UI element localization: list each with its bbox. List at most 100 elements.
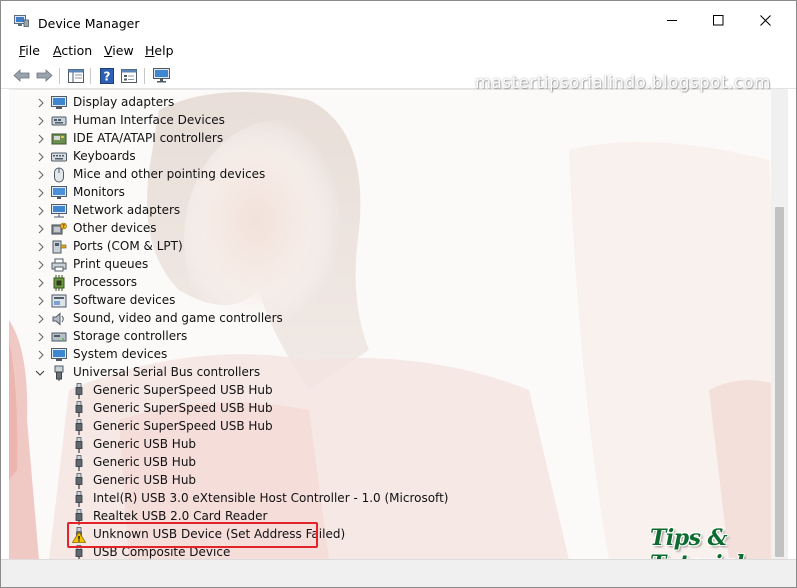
close-button[interactable] [742, 1, 788, 39]
usb-controller-icon [51, 365, 67, 381]
tree-item-label: Generic USB Hub [93, 473, 197, 487]
tree-item-label: Generic USB Hub [93, 455, 197, 469]
menu-view[interactable]: View [104, 43, 134, 58]
minimize-button[interactable] [649, 1, 695, 39]
expand-chevron-right-icon[interactable] [36, 332, 46, 342]
printer-icon [51, 257, 67, 273]
expand-chevron-right-icon[interactable] [36, 206, 46, 216]
minimize-icon [666, 19, 677, 21]
expand-chevron-right-icon[interactable] [36, 98, 46, 108]
storage-controller-icon [51, 329, 67, 345]
properties-button[interactable] [120, 67, 138, 84]
device-tree-pane[interactable]: Display adapters Human Interface Devices I… [9, 89, 788, 559]
other-devices-icon: ? [51, 221, 67, 237]
tree-item-label: Display adapters [73, 95, 175, 109]
tree-item-label: Ports (COM & LPT) [73, 239, 183, 253]
device-category-item[interactable]: Print queues [9, 256, 749, 274]
tree-item-label: System devices [73, 347, 168, 361]
expand-chevron-right-icon[interactable] [36, 260, 46, 270]
title-bar[interactable]: Device Manager [1, 1, 796, 39]
svg-text:?: ? [104, 69, 111, 83]
tree-item-label: Generic SuperSpeed USB Hub [93, 401, 273, 415]
tree-item-label: Print queues [73, 257, 149, 271]
device-manager-window: Device Manager File Action View Help ? D… [0, 0, 797, 588]
tree-item-label: Generic SuperSpeed USB Hub [93, 383, 273, 397]
help-button[interactable]: ? [98, 67, 116, 84]
expand-chevron-right-icon[interactable] [36, 116, 46, 126]
scrollbar-thumb[interactable] [775, 207, 784, 557]
show-hide-console-tree-icon [68, 68, 84, 83]
keyboard-icon [51, 149, 67, 165]
expand-chevron-right-icon[interactable] [36, 242, 46, 252]
expand-chevron-right-icon[interactable] [36, 296, 46, 306]
speaker-icon [51, 311, 67, 327]
forward-arrow-icon [36, 69, 53, 82]
back-button[interactable] [12, 67, 30, 84]
device-category-item[interactable]: Keyboards [9, 148, 749, 166]
svg-text:?: ? [62, 224, 65, 230]
tree-item-label: Mice and other pointing devices [73, 167, 266, 181]
vertical-scrollbar[interactable] [771, 89, 788, 559]
scan-hardware-button[interactable] [152, 67, 170, 84]
tree-item-label: Other devices [73, 221, 157, 235]
expand-chevron-right-icon[interactable] [36, 314, 46, 324]
usb-device-item[interactable]: Generic USB Hub [9, 436, 749, 454]
tree-item-label: Processors [73, 275, 138, 289]
device-category-item[interactable]: IDE ATA/ATAPI controllers [9, 130, 749, 148]
tree-item-label: Monitors [73, 185, 125, 199]
expand-chevron-down-icon[interactable] [35, 368, 45, 378]
close-icon [759, 14, 771, 26]
tree-item-label: Software devices [73, 293, 176, 307]
menu-help[interactable]: Help [145, 43, 174, 58]
tree-item-label: Human Interface Devices [73, 113, 225, 127]
expand-chevron-right-icon[interactable] [36, 188, 46, 198]
usb-device-item[interactable]: Generic USB Hub [9, 454, 749, 472]
device-category-item[interactable]: Mice and other pointing devices [9, 166, 749, 184]
back-arrow-icon [12, 69, 29, 82]
device-category-item[interactable]: Display adapters [9, 94, 749, 112]
expand-chevron-right-icon[interactable] [36, 278, 46, 288]
usb-device-item[interactable]: Generic SuperSpeed USB Hub [9, 382, 749, 400]
expand-chevron-right-icon[interactable] [36, 170, 46, 180]
show-hide-console-tree-button[interactable] [67, 67, 85, 84]
tree-item-label: Network adapters [73, 203, 181, 217]
device-category-item[interactable]: Software devices [9, 292, 749, 310]
expand-chevron-right-icon[interactable] [36, 134, 46, 144]
expand-chevron-right-icon[interactable] [36, 350, 46, 360]
device-category-item[interactable]: Monitors [9, 184, 749, 202]
window-title: Device Manager [38, 16, 140, 31]
tree-item-label: Storage controllers [73, 329, 188, 343]
device-category-item[interactable]: Storage controllers [9, 328, 749, 346]
device-category-item[interactable]: Processors [9, 274, 749, 292]
device-category-item[interactable]: Human Interface Devices [9, 112, 749, 130]
usb-plug-icon [71, 401, 87, 417]
device-category-item[interactable]: ? Other devices [9, 220, 749, 238]
usb-device-item[interactable]: Generic SuperSpeed USB Hub [9, 400, 749, 418]
processor-icon [51, 275, 67, 291]
display-adapter-icon [51, 95, 67, 111]
device-category-item[interactable]: Sound, video and game controllers [9, 310, 749, 328]
device-category-item[interactable]: Universal Serial Bus controllers [9, 364, 749, 382]
forward-button[interactable] [35, 67, 53, 84]
expand-chevron-right-icon[interactable] [36, 224, 46, 234]
expand-chevron-right-icon[interactable] [36, 152, 46, 162]
menu-file[interactable]: File [19, 43, 40, 58]
menu-view-label: iew [112, 43, 134, 58]
mouse-icon [51, 167, 67, 183]
toolbar-separator [90, 68, 91, 84]
maximize-icon [712, 14, 723, 25]
tree-item-label: Realtek USB 2.0 Card Reader [93, 509, 268, 523]
device-category-item[interactable]: Ports (COM & LPT) [9, 238, 749, 256]
usb-device-item[interactable]: Generic USB Hub [9, 472, 749, 490]
usb-device-item[interactable]: Generic SuperSpeed USB Hub [9, 418, 749, 436]
usb-plug-icon [71, 437, 87, 453]
usb-device-item[interactable]: Intel(R) USB 3.0 eXtensible Host Control… [9, 490, 749, 508]
tree-item-label: Generic SuperSpeed USB Hub [93, 419, 273, 433]
menu-action[interactable]: Action [53, 43, 92, 58]
menu-file-label: ile [25, 43, 40, 58]
highlight-annotation [67, 522, 318, 548]
tree-item-label: Intel(R) USB 3.0 eXtensible Host Control… [93, 491, 449, 505]
device-category-item[interactable]: Network adapters [9, 202, 749, 220]
device-category-item[interactable]: System devices [9, 346, 749, 364]
maximize-button[interactable] [695, 1, 741, 39]
